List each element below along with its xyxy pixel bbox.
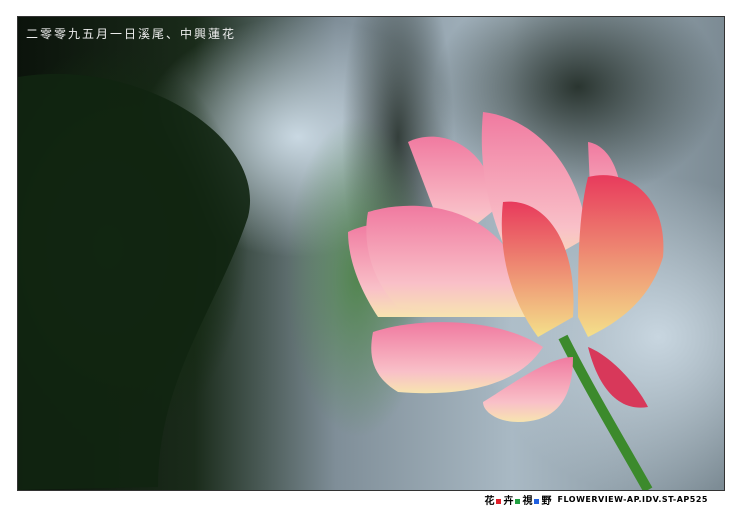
logo-char: 視 [522,496,533,506]
framed-photo-page: 二零零九五月一日溪尾、中興蓮花 花卉視野 FLOWERVIEW-AP.IDV.S… [0,0,740,506]
photo-caption: 二零零九五月一日溪尾、中興蓮花 [26,27,237,41]
site-logo: 花卉視野 [484,492,551,506]
logo-char: 野 [541,496,552,506]
site-url: FLOWERVIEW-AP.IDV.ST-AP525 [557,495,708,504]
watermark-footer: 花卉視野 FLOWERVIEW-AP.IDV.ST-AP525 [484,492,708,506]
blue-square-icon [534,499,540,504]
logo-char: 卉 [503,496,514,506]
lotus-photo: 二零零九五月一日溪尾、中興蓮花 [17,16,725,491]
logo-char: 花 [484,496,495,506]
red-square-icon [496,499,502,504]
lotus-flower-illustration [18,73,664,490]
green-square-icon [515,499,521,504]
